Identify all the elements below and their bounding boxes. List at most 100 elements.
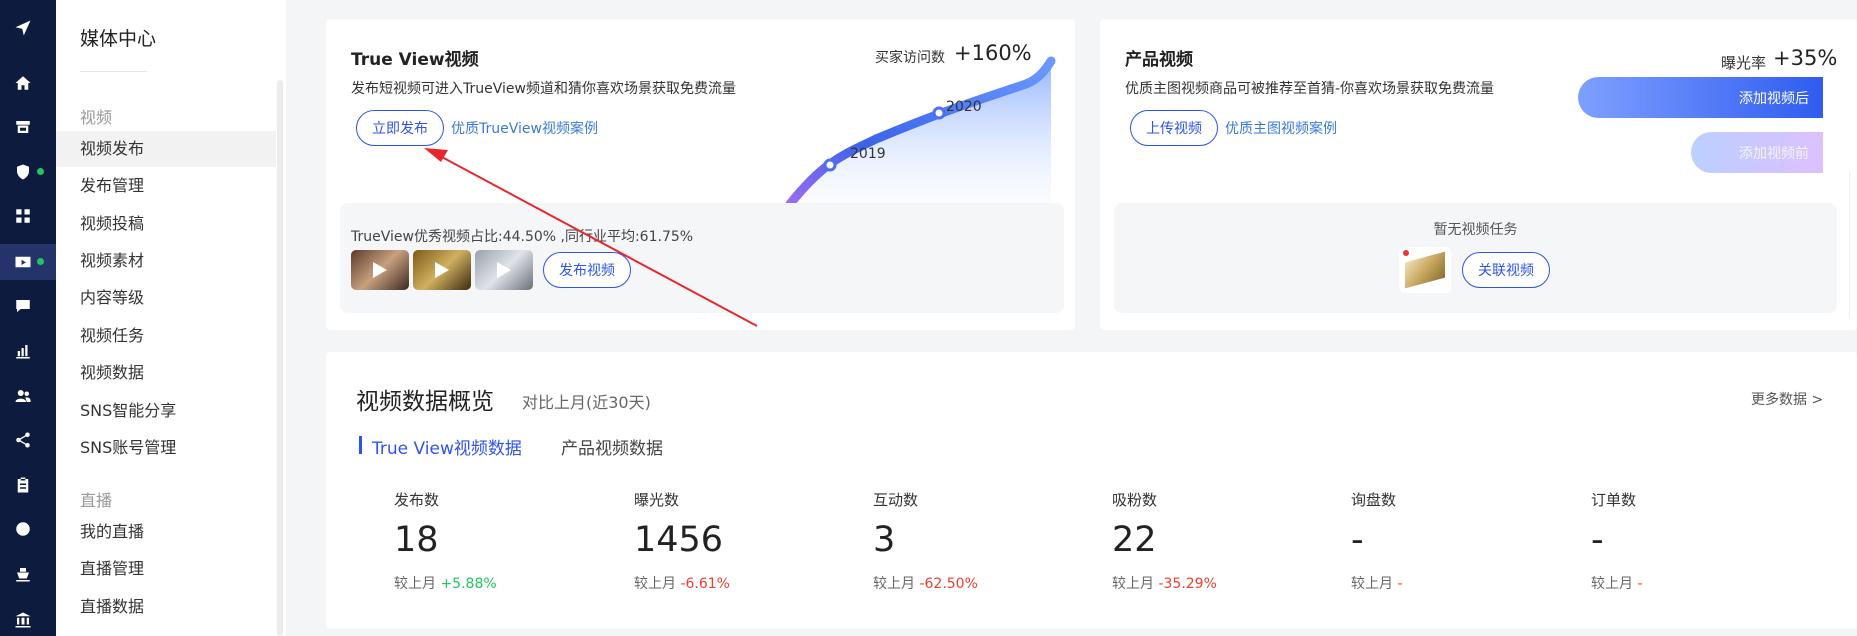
product-thumbnail[interactable] (1399, 247, 1451, 293)
sidebar-item-video-task[interactable]: 视频任务 (56, 318, 276, 354)
link-video-button[interactable]: 关联视频 (1462, 252, 1550, 288)
product-task-panel: 暂无视频任务 关联视频 (1114, 203, 1837, 313)
compare-label: 较上月 (1591, 576, 1633, 592)
compare-label: 较上月 (1351, 576, 1393, 592)
trueview-card: True View视频 发布短视频可进入TrueView频道和猜你喜欢场景获取免… (326, 19, 1075, 330)
overview-card: 视频数据概览 对比上月(近30天) 更多数据 > True View视频数据 产… (326, 352, 1857, 629)
sidebar-item-sns-share[interactable]: SNS智能分享 (56, 393, 276, 429)
video-icon[interactable] (12, 251, 34, 273)
sidebar-item-publish-manage[interactable]: 发布管理 (56, 168, 276, 204)
year-label-2020: 2020 (946, 99, 982, 115)
metric-value: - (1591, 520, 1604, 560)
metric-label: 吸粉数 (1112, 491, 1158, 509)
metric-value: 1456 (634, 520, 724, 560)
send-icon[interactable] (12, 17, 34, 39)
sidebar-item-video-submission[interactable]: 视频投稿 (56, 206, 276, 242)
compare-label: 较上月 (634, 576, 676, 592)
sidebar-item-sns-account[interactable]: SNS账号管理 (56, 430, 276, 466)
video-thumbnail[interactable] (413, 250, 471, 290)
exposure-metric-value: +35% (1773, 46, 1838, 70)
after-video-bar: 添加视频后 (1578, 77, 1823, 118)
trueview-stats-panel: TrueView优秀视频占比:44.50% ,同行业平均:61.75% 发布视频 (340, 203, 1064, 313)
more-data-link[interactable]: 更多数据 > (1751, 389, 1823, 409)
exposure-metric-label: 曝光率 (1721, 54, 1767, 72)
metric-compare: 较上月 -35.29% (1112, 573, 1217, 593)
sidebar-item-live-manage[interactable]: 直播管理 (56, 551, 276, 587)
compare-label: 较上月 (394, 576, 436, 592)
upload-video-button[interactable]: 上传视频 (1130, 110, 1218, 146)
store-icon[interactable] (12, 116, 34, 138)
metric-value: - (1351, 520, 1364, 560)
status-dot (37, 258, 44, 265)
users-icon[interactable] (12, 385, 34, 407)
sidebar-scrollbar[interactable] (277, 80, 283, 636)
metric-label: 互动数 (873, 491, 919, 509)
ship-icon[interactable] (12, 563, 34, 585)
shield-icon[interactable] (12, 161, 34, 183)
metric-value: 22 (1112, 520, 1157, 560)
metric-value: 3 (873, 520, 896, 560)
sidebar-item-video-data[interactable]: 视频数据 (56, 355, 276, 391)
tab-product-video-data[interactable]: 产品视频数据 (561, 434, 663, 459)
trueview-desc: 发布短视频可进入TrueView频道和猜你喜欢场景获取免费流量 (351, 81, 736, 97)
metric-change: -6.61% (680, 576, 730, 592)
metric-label: 发布数 (394, 491, 440, 509)
side-panel-handle[interactable] (1849, 170, 1857, 320)
sidebar-item-content-level[interactable]: 内容等级 (56, 280, 276, 316)
metric-change: -62.50% (919, 576, 978, 592)
product-example-link[interactable]: 优质主图视频案例 (1225, 118, 1337, 138)
sidebar-item-live-data[interactable]: 直播数据 (56, 589, 276, 625)
tab-trueview-data[interactable]: True View视频数据 (372, 434, 522, 459)
clipboard-icon[interactable] (12, 474, 34, 496)
product-video-title: 产品视频 (1125, 50, 1193, 70)
product-video-desc: 优质主图视频商品可被推荐至首猜-你喜欢场景获取免费流量 (1125, 81, 1495, 97)
metric-label: 订单数 (1591, 491, 1637, 509)
metric-change: +5.88% (440, 576, 497, 592)
divider (80, 71, 147, 72)
sidebar-title: 媒体中心 (80, 28, 157, 50)
status-dot (37, 168, 44, 175)
product-video-card: 产品视频 优质主图视频商品可被推荐至首猜-你喜欢场景获取免费流量 上传视频 优质… (1100, 19, 1857, 330)
active-tab-indicator (359, 436, 362, 454)
metric-compare: 较上月 - (1591, 573, 1643, 593)
metric-label: 曝光数 (634, 491, 680, 509)
compare-label: 较上月 (1112, 576, 1154, 592)
overview-title: 视频数据概览 (356, 389, 494, 415)
group-label-video: 视频 (80, 108, 113, 127)
trueview-stats-text: TrueView优秀视频占比:44.50% ,同行业平均:61.75% (351, 229, 694, 245)
metric-compare: 较上月 -62.50% (873, 573, 978, 593)
metric-change: -35.29% (1158, 576, 1217, 592)
globe-icon[interactable] (12, 518, 34, 540)
trueview-title: True View视频 (351, 50, 479, 70)
metric-change: - (1637, 576, 1643, 592)
grid-icon[interactable] (12, 205, 34, 227)
compare-label: 较上月 (873, 576, 915, 592)
before-video-bar: 添加视频前 (1691, 132, 1823, 173)
home-icon[interactable] (12, 72, 34, 94)
growth-curve-graphic (785, 56, 1056, 209)
video-thumbnail[interactable] (475, 250, 533, 290)
publish-video-button[interactable]: 发布视频 (543, 252, 631, 288)
metric-value: 18 (394, 520, 439, 560)
sidebar-item-video-publish[interactable]: 视频发布 (56, 131, 276, 167)
point-2020 (932, 106, 946, 120)
video-thumbnail[interactable] (351, 250, 409, 290)
empty-task-text: 暂无视频任务 (1433, 222, 1518, 238)
metric-compare: 较上月 - (1351, 573, 1403, 593)
sidebar: 媒体中心 视频 视频发布 发布管理 视频投稿 视频素材 内容等级 视频任务 视频… (56, 0, 286, 636)
sidebar-item-video-material[interactable]: 视频素材 (56, 243, 276, 279)
overview-subtitle: 对比上月(近30天) (522, 393, 651, 412)
metric-label: 询盘数 (1351, 491, 1397, 509)
chart-icon[interactable] (12, 340, 34, 362)
icon-rail (0, 0, 56, 636)
metric-compare: 较上月 -6.61% (634, 573, 730, 593)
metric-change: - (1397, 576, 1403, 592)
publish-now-button[interactable]: 立即发布 (356, 110, 444, 146)
metric-compare: 较上月 +5.88% (394, 573, 497, 593)
chat-icon[interactable] (12, 295, 34, 317)
sidebar-item-my-live[interactable]: 我的直播 (56, 514, 276, 550)
group-label-live: 直播 (80, 491, 113, 510)
share-icon[interactable] (12, 429, 34, 451)
bank-icon[interactable] (12, 609, 34, 631)
trueview-example-link[interactable]: 优质TrueView视频案例 (451, 118, 598, 138)
